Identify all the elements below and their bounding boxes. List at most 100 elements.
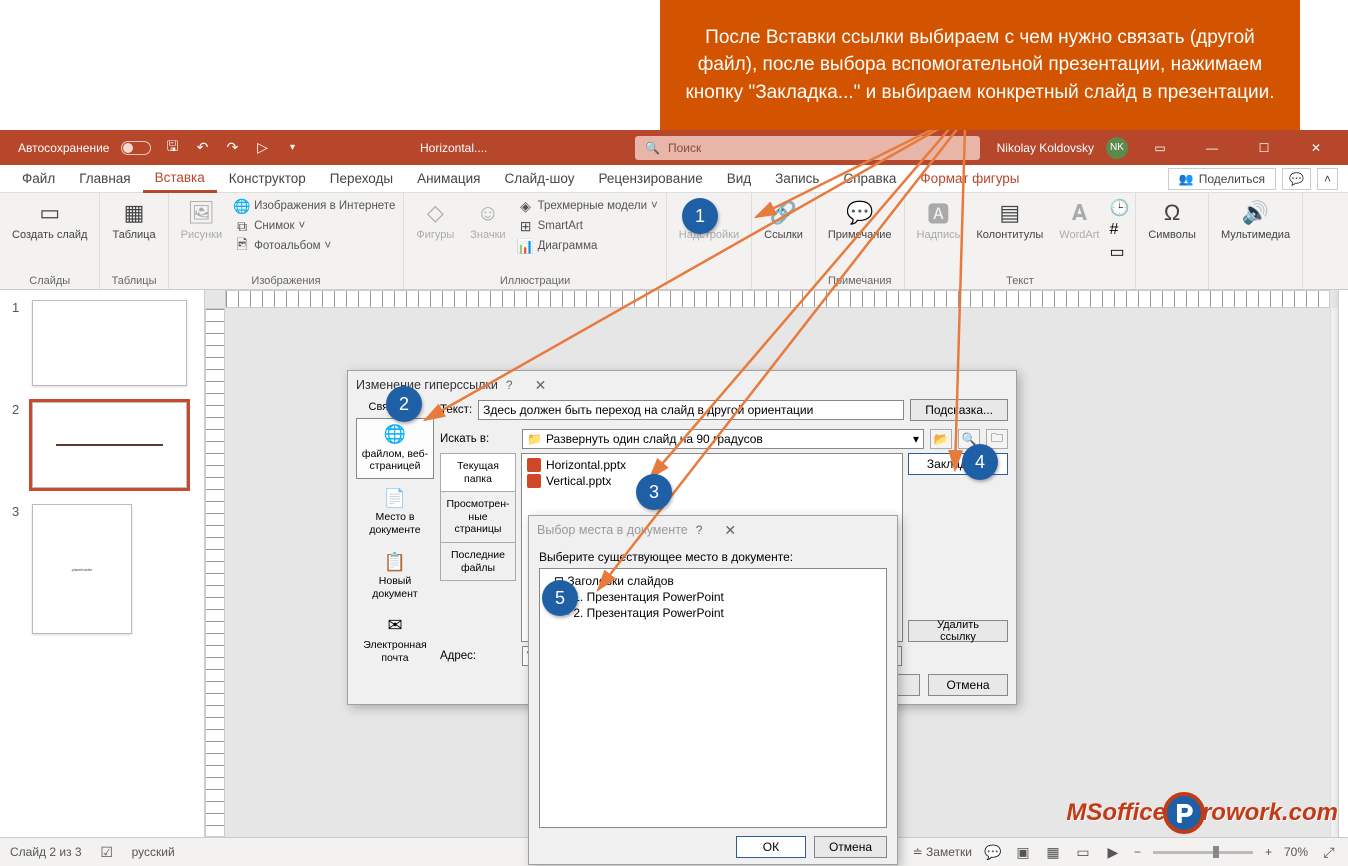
undo-icon[interactable]: ↶ xyxy=(193,139,211,157)
slide-counter[interactable]: Слайд 2 из 3 xyxy=(10,845,82,859)
tab-file[interactable]: Файл xyxy=(10,165,67,193)
thumbnail-row-1[interactable]: 1 xyxy=(0,290,204,392)
link-to-email[interactable]: ✉Электронная почта xyxy=(356,609,434,670)
vertical-ruler[interactable] xyxy=(205,308,225,837)
tab-animations[interactable]: Анимация xyxy=(405,165,492,193)
dialog-titlebar[interactable]: Изменение гиперссылки ? ✕ xyxy=(348,371,1016,399)
shapes-button[interactable]: ◇Фигуры xyxy=(410,195,460,245)
comments-pane-button[interactable]: 💬 xyxy=(1282,168,1311,190)
comment-button[interactable]: 💬Примечание xyxy=(822,195,898,245)
normal-view-icon[interactable]: ▣ xyxy=(1014,843,1032,861)
symbols-button[interactable]: ΩСимволы xyxy=(1142,195,1202,245)
maximize-icon[interactable]: ☐ xyxy=(1244,130,1284,165)
wordart-button[interactable]: 𝐀WordArt xyxy=(1053,195,1105,245)
slide-thumb-2[interactable] xyxy=(32,402,187,488)
comments-status-icon[interactable]: 💬 xyxy=(984,843,1002,861)
tab-recent-files[interactable]: Последние файлы xyxy=(440,542,516,581)
new-slide-button[interactable]: ▭Создать слайд xyxy=(6,195,93,245)
ribbon-display-icon[interactable]: ▭ xyxy=(1140,130,1180,165)
save-icon[interactable]: 🖫 xyxy=(163,139,181,157)
notes-button[interactable]: ≐ Заметки xyxy=(913,845,972,859)
up-folder-button[interactable]: 📂 xyxy=(930,429,952,449)
smartart-button[interactable]: ⊞SmartArt xyxy=(516,217,660,235)
place-cancel-button[interactable]: Отмена xyxy=(814,836,887,858)
tree-heading[interactable]: ⊟ Заголовки слайдов xyxy=(544,573,882,589)
tree-slide-2[interactable]: · 2. Презентация PowerPoint xyxy=(544,605,882,621)
zoom-out-button[interactable]: − xyxy=(1134,845,1141,859)
autosave-toggle[interactable] xyxy=(121,141,151,155)
zoom-in-button[interactable]: + xyxy=(1265,845,1272,859)
slide-number-icon[interactable]: # xyxy=(1109,221,1129,239)
accessibility-icon[interactable]: ☑ xyxy=(98,843,116,861)
share-button[interactable]: 👥Поделиться xyxy=(1168,168,1276,190)
table-button[interactable]: ▦Таблица xyxy=(106,195,161,245)
look-in-dropdown[interactable]: 📁Развернуть один слайд на 90 градусов▾ xyxy=(522,429,924,449)
online-pictures-button[interactable]: 🌐Изображения в Интернете xyxy=(232,197,397,215)
tab-help[interactable]: Справка xyxy=(831,165,908,193)
file-item-vertical[interactable]: Vertical.pptx xyxy=(525,473,899,489)
slideshow-view-icon[interactable]: ▶ xyxy=(1104,843,1122,861)
chart-button[interactable]: 📊Диаграмма xyxy=(516,237,660,255)
header-footer-button[interactable]: ▤Колонтитулы xyxy=(970,195,1049,245)
user-avatar[interactable]: NK xyxy=(1106,137,1128,159)
object-icon[interactable]: ▭ xyxy=(1109,242,1129,262)
link-to-file-web[interactable]: 🌐файлом, веб-страницей xyxy=(356,418,434,479)
language-indicator[interactable]: русский xyxy=(132,845,175,859)
minimize-icon[interactable]: — xyxy=(1192,130,1232,165)
thumbnail-row-3[interactable]: 3 placeholder xyxy=(0,494,204,640)
remove-link-button[interactable]: Удалить ссылку xyxy=(908,620,1008,642)
dialog2-titlebar[interactable]: Выбор места в документе ? ✕ xyxy=(529,516,897,544)
tab-insert[interactable]: Вставка xyxy=(143,165,217,193)
redo-icon[interactable]: ↷ xyxy=(223,139,241,157)
slide-thumb-3[interactable]: placeholder xyxy=(32,504,132,634)
links-button[interactable]: 🔗Ссылки xyxy=(758,195,809,245)
tab-record[interactable]: Запись xyxy=(763,165,831,193)
dialog2-close-icon[interactable]: ✕ xyxy=(716,522,744,539)
hyperlink-cancel-button[interactable]: Отмена xyxy=(928,674,1008,696)
tab-review[interactable]: Рецензирование xyxy=(586,165,714,193)
tab-transitions[interactable]: Переходы xyxy=(318,165,405,193)
link-to-new-doc[interactable]: 📋Новый документ xyxy=(356,546,434,607)
icons-button[interactable]: ☺Значки xyxy=(464,195,511,245)
slide-thumb-1[interactable] xyxy=(32,300,187,386)
media-button[interactable]: 🔊Мультимедиа xyxy=(1215,195,1296,245)
fit-to-window-icon[interactable]: ⤢ xyxy=(1320,843,1338,861)
tab-slideshow[interactable]: Слайд-шоу xyxy=(492,165,586,193)
photo-album-button[interactable]: 🖻Фотоальбом ˅ xyxy=(232,237,397,255)
collapse-ribbon-button[interactable]: ˄ xyxy=(1317,168,1338,190)
date-time-icon[interactable]: 🕒 xyxy=(1109,198,1129,218)
format-shape-pane-edge[interactable] xyxy=(1338,290,1348,837)
3d-models-button[interactable]: ◈Трехмерные модели ˅ xyxy=(516,197,660,215)
horizontal-ruler[interactable] xyxy=(225,290,1330,308)
search-box[interactable]: 🔍 Поиск xyxy=(635,136,980,160)
dialog-close-icon[interactable]: ✕ xyxy=(527,377,555,394)
close-window-icon[interactable]: ✕ xyxy=(1296,130,1336,165)
zoom-slider[interactable] xyxy=(1153,851,1253,854)
link-to-place[interactable]: 📄Место в документе xyxy=(356,482,434,543)
dialog2-help-icon[interactable]: ? xyxy=(688,523,711,537)
file-item-horizontal[interactable]: Horizontal.pptx xyxy=(525,457,899,473)
reading-view-icon[interactable]: ▭ xyxy=(1074,843,1092,861)
tab-design[interactable]: Конструктор xyxy=(217,165,318,193)
pictures-button[interactable]: 🖼Рисунки xyxy=(175,195,229,245)
tab-home[interactable]: Главная xyxy=(67,165,142,193)
screenshot-button[interactable]: ⧉Снимок ˅ xyxy=(232,217,397,235)
slide-thumbnails-panel[interactable]: 1 2 3 placeholder xyxy=(0,290,205,837)
tree-slide-1[interactable]: · 1. Презентация PowerPoint xyxy=(544,589,882,605)
dialog-help-icon[interactable]: ? xyxy=(498,378,521,392)
tab-current-folder[interactable]: Текущая папка xyxy=(440,453,516,492)
qat-customize-icon[interactable]: ▾ xyxy=(283,139,301,157)
place-ok-button[interactable]: ОК xyxy=(736,836,806,858)
tab-view[interactable]: Вид xyxy=(715,165,763,193)
zoom-level[interactable]: 70% xyxy=(1284,845,1308,859)
tab-shape-format[interactable]: Формат фигуры xyxy=(908,165,1031,193)
screentip-button[interactable]: Подсказка... xyxy=(910,399,1008,421)
text-to-display-input[interactable] xyxy=(478,400,904,420)
user-name[interactable]: Nikolay Koldovsky xyxy=(997,141,1094,155)
thumbnail-row-2[interactable]: 2 xyxy=(0,392,204,494)
start-from-beginning-icon[interactable]: ▷ xyxy=(253,139,271,157)
place-tree[interactable]: ⊟ Заголовки слайдов · 1. Презентация Pow… xyxy=(539,568,887,828)
tab-browsed-pages[interactable]: Просмотрен-ные страницы xyxy=(440,491,516,543)
textbox-button[interactable]: 🅰Надпись xyxy=(911,195,967,245)
sorter-view-icon[interactable]: ▦ xyxy=(1044,843,1062,861)
